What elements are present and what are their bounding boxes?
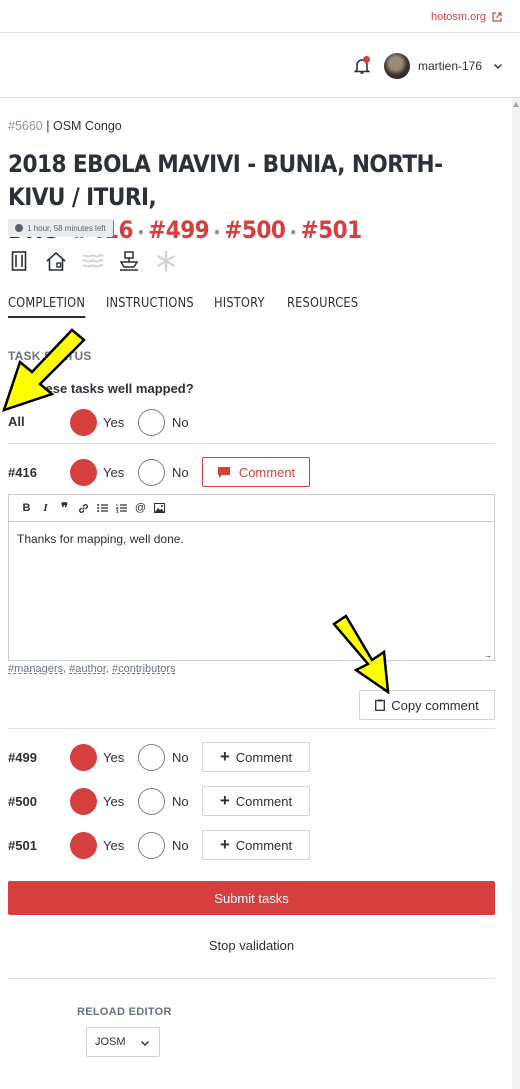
annotation-arrow-icon (332, 614, 390, 695)
comment-label: Comment (238, 464, 296, 480)
task-499-comment-button[interactable]: + Comment (202, 742, 310, 772)
plus-icon: + (219, 790, 230, 810)
project-id-link[interactable]: #5660 (8, 119, 43, 133)
no-label: No (172, 794, 189, 809)
task-row-label: #416 (8, 465, 37, 480)
mention-shortcuts: #managers, #author, #contributors (8, 663, 176, 675)
organisation-name: OSM Congo (52, 119, 122, 133)
chevron-down-icon (141, 1041, 149, 1046)
reload-editor-heading: RELOAD EDITOR (77, 1006, 172, 1018)
link-icon[interactable] (74, 503, 93, 514)
chevron-down-icon[interactable] (493, 61, 503, 71)
task-501-comment-button[interactable]: + Comment (202, 830, 310, 860)
task-416-comment-button[interactable]: Comment (202, 457, 310, 487)
comment-label: Comment (235, 749, 293, 765)
quote-button[interactable]: ❞ (55, 500, 74, 516)
external-link-icon (492, 12, 502, 22)
bullet-list-icon[interactable] (93, 503, 112, 513)
time-left-badge: 1 hour, 58 minutes left (8, 219, 113, 237)
task-501-no-radio[interactable] (138, 832, 165, 859)
waterways-icon[interactable] (81, 250, 105, 272)
task-499-yes-radio[interactable] (70, 744, 97, 771)
all-no-radio[interactable] (138, 409, 165, 436)
task-500-no-radio[interactable] (138, 788, 165, 815)
task-row-label: #500 (8, 794, 37, 809)
no-label: No (172, 415, 189, 430)
stop-validation-button[interactable]: Stop validation (8, 938, 495, 953)
plus-icon: + (219, 834, 230, 854)
bold-button[interactable]: B (17, 502, 36, 514)
mention-contributors[interactable]: #contributors (112, 663, 176, 675)
mention-author[interactable]: #author (69, 663, 106, 675)
title-dot: • (136, 223, 145, 242)
breadcrumb: #5660 | OSM Congo (8, 119, 122, 133)
clock-icon (15, 224, 23, 232)
tab-history[interactable]: HISTORY (214, 296, 265, 311)
mention-managers[interactable]: #managers (8, 663, 63, 675)
comment-text[interactable]: Thanks for mapping, well done. (9, 522, 494, 556)
yes-label: Yes (103, 794, 125, 809)
resize-handle[interactable]: ... (485, 649, 490, 659)
home-icon[interactable] (45, 250, 67, 272)
notification-dot (363, 56, 370, 63)
scroll-up-icon[interactable] (513, 102, 519, 107)
yes-label: Yes (103, 465, 125, 480)
task-416-no-radio[interactable] (138, 459, 165, 486)
task-500-comment-button[interactable]: + Comment (202, 786, 310, 816)
task-id: #501 (300, 216, 363, 244)
task-501-yes-radio[interactable] (70, 832, 97, 859)
comment-icon (217, 466, 230, 478)
numbered-list-icon[interactable] (112, 503, 131, 513)
comment-editor[interactable]: B I ❞ @ Thanks for mapping, well done. .… (8, 494, 495, 661)
clipboard-icon (375, 699, 386, 711)
tab-resources[interactable]: RESOURCES (287, 296, 358, 311)
annotation-arrow-icon (2, 328, 86, 412)
tab-completion[interactable]: COMPLETION (8, 296, 86, 318)
task-row-label: #499 (8, 750, 37, 765)
title-dot: • (212, 223, 221, 242)
yes-label: Yes (103, 415, 125, 430)
divider (8, 978, 495, 979)
scrollbar[interactable] (512, 98, 520, 1089)
asterisk-icon[interactable] (156, 250, 176, 272)
hotosm-link-label: hotosm.org (430, 11, 486, 23)
copy-comment-label: Copy comment (391, 697, 479, 713)
editor-select-value: JOSM (95, 1036, 126, 1048)
task-id: #499 (148, 216, 210, 244)
no-label: No (172, 750, 189, 765)
divider (8, 728, 495, 729)
divider (8, 443, 495, 444)
no-label: No (172, 838, 189, 853)
italic-button[interactable]: I (36, 502, 55, 514)
task-500-yes-radio[interactable] (70, 788, 97, 815)
top-bar: hotosm.org (0, 0, 520, 33)
task-id: #500 (224, 216, 286, 244)
yes-label: Yes (103, 838, 125, 853)
plus-icon: + (219, 746, 230, 766)
image-icon[interactable] (150, 503, 169, 513)
building-icon[interactable] (11, 250, 27, 272)
hotosm-link[interactable]: hotosm.org (431, 11, 502, 23)
editor-toolbar: B I ❞ @ (9, 495, 494, 522)
title-dot: • (288, 223, 297, 242)
editor-select[interactable]: JOSM (86, 1027, 160, 1057)
avatar[interactable] (384, 53, 410, 79)
tab-instructions[interactable]: INSTRUCTIONS (106, 296, 194, 311)
landuse-icon[interactable] (118, 250, 140, 272)
mention-button[interactable]: @ (131, 502, 150, 514)
task-499-no-radio[interactable] (138, 744, 165, 771)
breadcrumb-separator: | (42, 119, 53, 133)
task-row-label: #501 (8, 838, 37, 853)
yes-label: Yes (103, 750, 125, 765)
username[interactable]: martien-176 (418, 59, 482, 73)
no-label: No (172, 465, 189, 480)
time-left-text: 1 hour, 58 minutes left (27, 223, 106, 233)
all-label: All (8, 414, 25, 429)
submit-tasks-button[interactable]: Submit tasks (8, 881, 495, 915)
task-416-yes-radio[interactable] (70, 459, 97, 486)
comment-label: Comment (235, 837, 293, 853)
comment-label: Comment (235, 793, 293, 809)
